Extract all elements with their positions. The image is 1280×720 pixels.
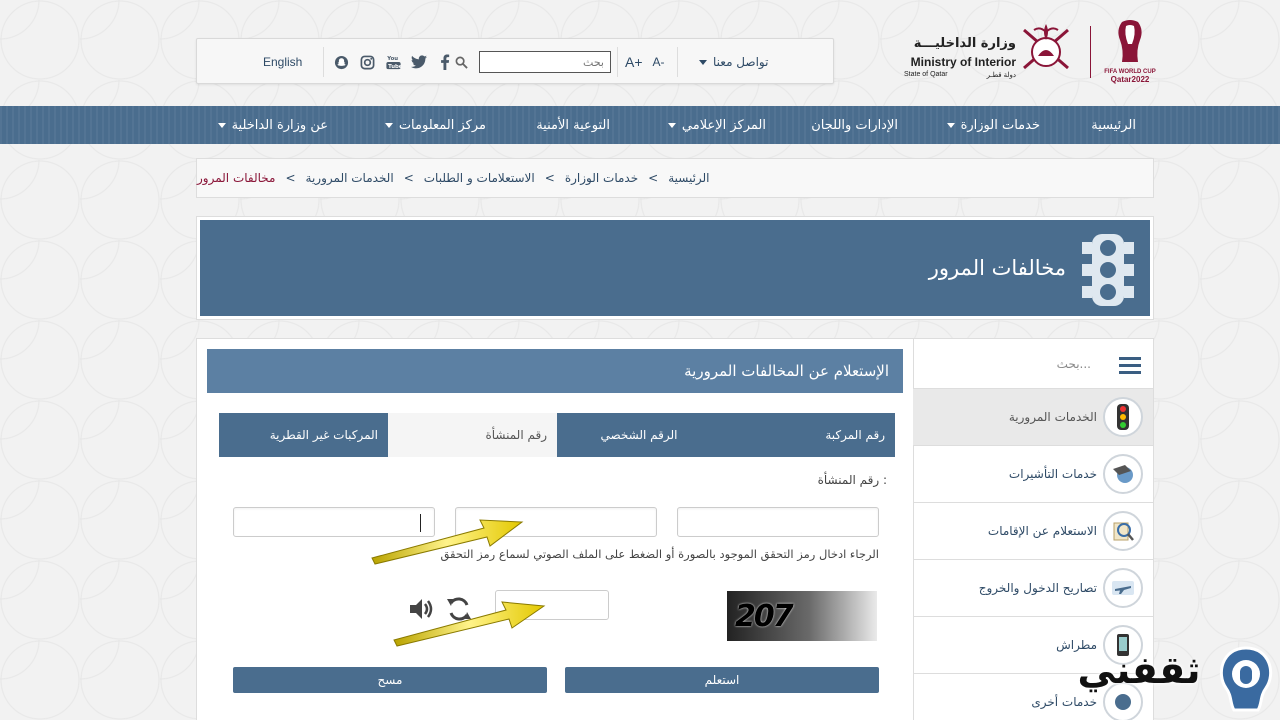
annotation-arrow-icon (393, 601, 546, 647)
page-title: مخالفات المرور (928, 256, 1066, 280)
font-increase-button[interactable]: A+ (625, 54, 643, 70)
youtube-icon[interactable]: You Tube (385, 54, 401, 70)
breadcrumb-traffic-services[interactable]: الخدمات المرورية (306, 171, 394, 185)
moi-state-en: State of Qatar (904, 71, 948, 78)
chevron-down-icon (384, 122, 393, 128)
sidebar-item-traffic-services[interactable]: الخدمات المرورية (913, 389, 1153, 446)
page-banner: مخالفات المرور (196, 216, 1154, 320)
main-panel: بحث... الخدمات المرورية خدمات التأشيرات … (196, 338, 1154, 720)
qatar-emblem-icon (1023, 24, 1069, 70)
instagram-icon[interactable] (359, 54, 375, 70)
tab-personal-number[interactable]: الرقم الشخصي (557, 413, 731, 457)
breadcrumb-separator: > (285, 171, 296, 185)
moi-arabic-name: وزارة الداخليـــة (913, 36, 1016, 51)
svg-text:Tube: Tube (388, 64, 401, 70)
breadcrumb-inquiries[interactable]: الاستعلامات و الطلبات (424, 171, 535, 185)
toolbar-divider (677, 47, 678, 77)
moi-state-ar: دولة قطـر (986, 72, 1016, 79)
nav-item-info-center[interactable]: مركز المعلومات (384, 106, 486, 144)
svg-text:You: You (386, 56, 398, 62)
site-header: English You Tube A+ A- (0, 0, 1280, 106)
banner-body: مخالفات المرور (200, 220, 1150, 316)
chevron-down-icon (217, 122, 226, 128)
form-title: الإستعلام عن المخالفات المرورية (207, 349, 903, 393)
breadcrumb-separator: > (403, 171, 414, 185)
snapchat-icon[interactable] (333, 54, 349, 70)
moi-state-line: State of Qatar دولة قطـر (904, 71, 1016, 79)
world-cup-text: FIFA WORLD CUP Qatar2022 (1104, 69, 1156, 84)
facebook-icon[interactable] (437, 54, 453, 70)
annotation-arrow-icon (371, 519, 524, 565)
main-nav: الرئيسية خدمات الوزارة الإدارات واللجان … (0, 106, 1280, 144)
sidebar-item-visa-services[interactable]: خدمات التأشيرات (913, 446, 1153, 503)
watermark-text: ثقفني (1077, 648, 1203, 692)
social-links: You Tube (333, 39, 453, 85)
sidebar-search[interactable]: بحث... (913, 339, 1153, 389)
traffic-light-icon (1103, 397, 1143, 437)
nav-item-ministry-services[interactable]: خدمات الوزارة (946, 106, 1040, 144)
establishment-number-part-1[interactable] (677, 507, 879, 537)
toolbar-divider (617, 47, 618, 77)
chevron-down-icon (699, 59, 707, 65)
site-search-input[interactable] (479, 51, 611, 73)
residency-search-icon (1103, 511, 1143, 551)
establishment-number-label: رقم المنشأة : (817, 473, 887, 487)
captcha-image: 207 (727, 591, 877, 641)
tab-non-qatari-vehicles[interactable]: المركبات غير القطرية (219, 413, 388, 457)
tab-establishment-number[interactable]: رقم المنشأة (388, 413, 557, 457)
nav-item-media-center[interactable]: المركز الإعلامي (667, 106, 766, 144)
captcha-code: 207 (735, 598, 794, 634)
lightbulb-icon (1219, 646, 1273, 712)
font-size-controls: A+ A- (625, 39, 665, 85)
nav-item-security-awareness[interactable]: التوعية الأمنية (536, 106, 610, 144)
nav-item-departments[interactable]: الإدارات واللجان (811, 106, 898, 144)
inquiry-tabs: رقم المركبة الرقم الشخصي رقم المنشأة الم… (219, 413, 895, 457)
airplane-icon (1103, 568, 1143, 608)
moi-english-name: Ministry of Interior (910, 55, 1016, 69)
submit-button[interactable]: استعلم (565, 667, 879, 693)
search-icon[interactable] (455, 39, 468, 85)
breadcrumb-ministry-services[interactable]: خدمات الوزارة (565, 171, 638, 185)
inquiry-form-panel: الإستعلام عن المخالفات المرورية رقم المر… (207, 349, 903, 720)
breadcrumb-separator: > (648, 171, 659, 185)
breadcrumb-separator: > (544, 171, 555, 185)
chevron-down-icon (946, 122, 955, 128)
visa-icon (1103, 454, 1143, 494)
breadcrumb-current: مخالفات المرور (197, 171, 276, 185)
clear-button[interactable]: مسح (233, 667, 547, 693)
menu-icon[interactable] (1119, 357, 1141, 374)
nav-item-about-ministry[interactable]: عن وزارة الداخلية (217, 106, 328, 144)
sidebar-item-entry-exit-permits[interactable]: تصاريح الدخول والخروج (913, 560, 1153, 617)
breadcrumb: الرئيسية > خدمات الوزارة > الاستعلامات و… (196, 158, 1154, 198)
top-toolbar: English You Tube A+ A- (196, 38, 834, 84)
language-switch[interactable]: English (263, 39, 302, 85)
contact-dropdown[interactable]: تواصل معنا (699, 39, 768, 85)
traffic-light-icon (1082, 234, 1134, 306)
sidebar-search-placeholder: بحث... (1056, 357, 1091, 371)
breadcrumb-home[interactable]: الرئيسية (668, 171, 709, 185)
site-watermark: ثقفني (1064, 640, 1280, 720)
twitter-icon[interactable] (411, 54, 427, 70)
site-logos[interactable]: وزارة الداخليـــة Ministry of Interior S… (900, 14, 1160, 86)
font-decrease-button[interactable]: A- (653, 55, 665, 69)
chevron-down-icon (667, 122, 676, 128)
contact-label: تواصل معنا (713, 55, 769, 69)
sidebar-item-residency-inquiry[interactable]: الاستعلام عن الإقامات (913, 503, 1153, 560)
toolbar-divider (323, 47, 324, 77)
nav-item-home[interactable]: الرئيسية (1091, 106, 1136, 144)
logo-divider (1090, 26, 1091, 78)
